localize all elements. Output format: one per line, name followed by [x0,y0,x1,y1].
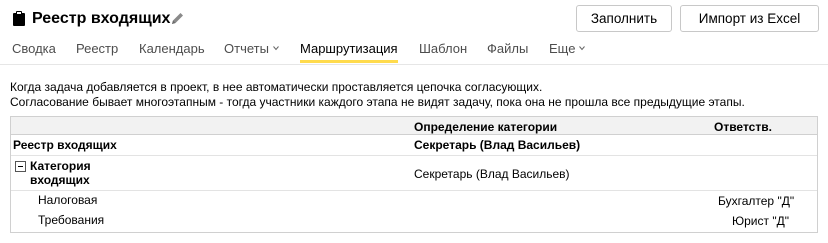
fill-button[interactable]: Заполнить [576,5,672,32]
chevron-down-icon [273,46,279,51]
collapse-icon[interactable] [15,161,26,172]
tab-reports[interactable]: Отчеты [224,40,279,57]
child-row-name: Налоговая [38,193,98,207]
column-header-responsible: Ответств. [714,120,772,134]
tab-routing[interactable]: Маршрутизация [300,40,398,63]
chevron-down-icon [579,46,586,51]
row-divider [11,155,817,156]
child-row-responsible: Юрист "Д" [732,214,789,228]
import-excel-button[interactable]: Импорт из Excel [680,5,819,32]
tab-files[interactable]: Файлы [487,40,528,57]
group-row-category-definition: Секретарь (Влад Васильев) [414,167,570,181]
tab-calendar[interactable]: Календарь [139,40,205,57]
tab-bar: Сводка Реестр Календарь Отчеты Маршрутиз… [0,40,828,63]
info-text: Когда задача добавляется в проект, в нее… [10,80,745,110]
pencil-icon[interactable] [170,11,185,26]
column-header-category-definition: Определение категории [414,120,558,134]
page-title: Реестр входящих [32,10,171,27]
tab-summary[interactable]: Сводка [12,40,56,57]
info-line: Когда задача добавляется в проект, в нее… [10,80,543,94]
child-row-name: Требования [38,213,105,227]
child-row-responsible: Бухгалтер "Д" [718,194,795,208]
active-tab-indicator [300,60,398,63]
header-divider [0,64,828,65]
tab-more[interactable]: Еще [549,40,586,57]
group-row-name[interactable]: Категория входящих [30,159,91,187]
routing-table: Определение категории Ответств. Реестр в… [10,116,818,233]
tab-template[interactable]: Шаблон [419,40,467,57]
root-row-name: Реестр входящих [13,138,117,152]
row-divider [11,190,817,191]
tab-registry[interactable]: Реестр [76,40,118,57]
root-row-category-definition: Секретарь (Влад Васильев) [414,138,581,152]
page-header: Реестр входящих Заполнить Импорт из Exce… [0,0,828,36]
info-line: Согласование бывает многоэтапным - тогда… [10,95,745,109]
clipboard-icon [13,11,25,26]
